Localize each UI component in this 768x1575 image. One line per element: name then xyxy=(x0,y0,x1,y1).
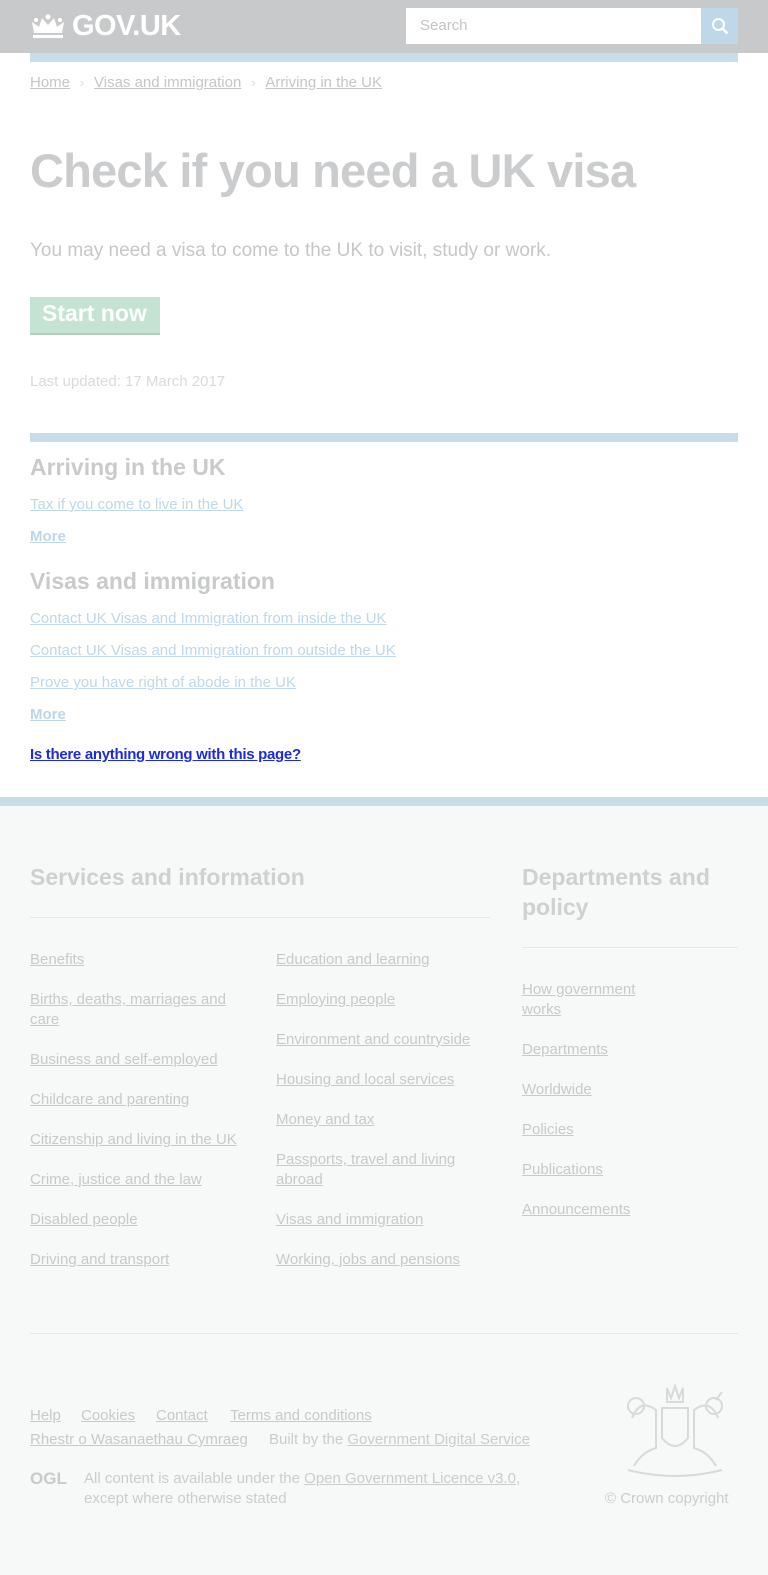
footer-built-by: Built by the Government Digital Service xyxy=(269,1430,530,1450)
footer-link[interactable]: Business and self-employed xyxy=(30,1050,218,1070)
start-now-button[interactable]: Start now xyxy=(30,297,160,335)
related-heading-visas: Visas and immigration xyxy=(30,568,275,594)
footer-link[interactable]: Visas and immigration xyxy=(276,1210,423,1230)
ogl-link[interactable]: Open Government Licence v3.0 xyxy=(304,1470,516,1487)
footer-link[interactable]: Worldwide xyxy=(522,1080,592,1100)
footer-terms-link[interactable]: Terms and conditions xyxy=(230,1406,372,1426)
footer-welsh-link[interactable]: Rhestr o Wasanaethau Cymraeg xyxy=(30,1430,248,1450)
related-link[interactable]: Contact UK Visas and Immigration from ou… xyxy=(30,642,396,659)
breadcrumb-home[interactable]: Home xyxy=(30,74,70,91)
footer-link[interactable]: Housing and local services xyxy=(276,1070,454,1090)
footer-link[interactable]: Disabled people xyxy=(30,1210,138,1230)
footer-link[interactable]: Births, deaths, marriages and care xyxy=(30,990,240,1030)
chevron-right-icon: › xyxy=(79,75,85,90)
page-lede: You may need a visa to come to the UK to… xyxy=(30,240,551,261)
footer-link[interactable]: Announcements xyxy=(522,1200,630,1220)
footer-link[interactable]: Benefits xyxy=(30,950,84,970)
related-accent-bar xyxy=(30,433,738,442)
site-header: GOV.UK Search xyxy=(0,0,768,53)
footer-link[interactable]: How government works xyxy=(522,980,652,1020)
ogl-logo-icon: OGL xyxy=(30,1469,67,1487)
search-icon xyxy=(711,18,728,35)
report-problem-link[interactable]: Is there anything wrong with this page? xyxy=(30,746,301,763)
related-link[interactable]: Tax if you come to live in the UK xyxy=(30,496,243,513)
breadcrumb-visas[interactable]: Visas and immigration xyxy=(94,74,241,91)
header-accent-bar xyxy=(30,53,738,62)
page-title: Check if you need a UK visa xyxy=(30,144,636,197)
crown-copyright: © Crown copyright xyxy=(605,1490,729,1507)
search-input[interactable]: Search xyxy=(406,8,701,44)
footer-link[interactable]: Employing people xyxy=(276,990,395,1010)
royal-coat-of-arms-icon xyxy=(627,1382,723,1477)
footer-help-link[interactable]: Help xyxy=(30,1406,61,1426)
footer-link[interactable]: Environment and countryside xyxy=(276,1030,470,1050)
footer-divider xyxy=(522,947,738,948)
footer-link[interactable]: Education and learning xyxy=(276,950,429,970)
related-more-link[interactable]: More xyxy=(30,528,66,545)
footer-link[interactable]: Driving and transport xyxy=(30,1250,169,1270)
related-link[interactable]: Contact UK Visas and Immigration from in… xyxy=(30,610,387,627)
footer-link[interactable]: Passports, travel and living abroad xyxy=(276,1150,476,1190)
footer-departments-heading: Departments and policy xyxy=(522,864,710,920)
footer-link[interactable]: Policies xyxy=(522,1120,574,1140)
breadcrumb: Home › Visas and immigration › Arriving … xyxy=(30,74,382,91)
breadcrumb-arriving[interactable]: Arriving in the UK xyxy=(265,74,382,91)
search-button[interactable] xyxy=(701,8,738,44)
last-updated: Last updated: 17 March 2017 xyxy=(30,373,226,390)
related-heading-arriving: Arriving in the UK xyxy=(30,454,226,480)
govuk-logo-link[interactable]: GOV.UK xyxy=(30,10,181,42)
footer-link[interactable]: Childcare and parenting xyxy=(30,1090,189,1110)
footer-services-heading: Services and information xyxy=(30,864,305,890)
licence-prefix: All content is available under the xyxy=(84,1470,300,1487)
footer-link[interactable]: Crime, justice and the law xyxy=(30,1170,202,1190)
svg-text:OGL: OGL xyxy=(30,1469,67,1487)
footer-divider xyxy=(30,1333,738,1334)
footer-link[interactable]: Publications xyxy=(522,1160,603,1180)
footer-link[interactable]: Citizenship and living in the UK xyxy=(30,1130,237,1150)
footer-link[interactable]: Money and tax xyxy=(276,1110,374,1130)
footer-divider xyxy=(30,917,490,918)
chevron-right-icon: › xyxy=(251,75,256,90)
footer-link[interactable]: Working, jobs and pensions xyxy=(276,1250,460,1270)
crown-icon xyxy=(32,14,64,38)
footer-cookies-link[interactable]: Cookies xyxy=(81,1406,135,1426)
related-more-link[interactable]: More xyxy=(30,706,66,723)
related-link[interactable]: Prove you have right of abode in the UK xyxy=(30,674,296,691)
footer-link[interactable]: Departments xyxy=(522,1040,608,1060)
gds-link[interactable]: Government Digital Service xyxy=(347,1431,530,1448)
footer-contact-link[interactable]: Contact xyxy=(156,1406,208,1426)
footer-licence: All content is available under the Open … xyxy=(84,1469,544,1509)
built-by-prefix: Built by the xyxy=(269,1431,344,1448)
logo-text: GOV.UK xyxy=(72,9,181,42)
footer-accent-bar xyxy=(0,797,768,806)
